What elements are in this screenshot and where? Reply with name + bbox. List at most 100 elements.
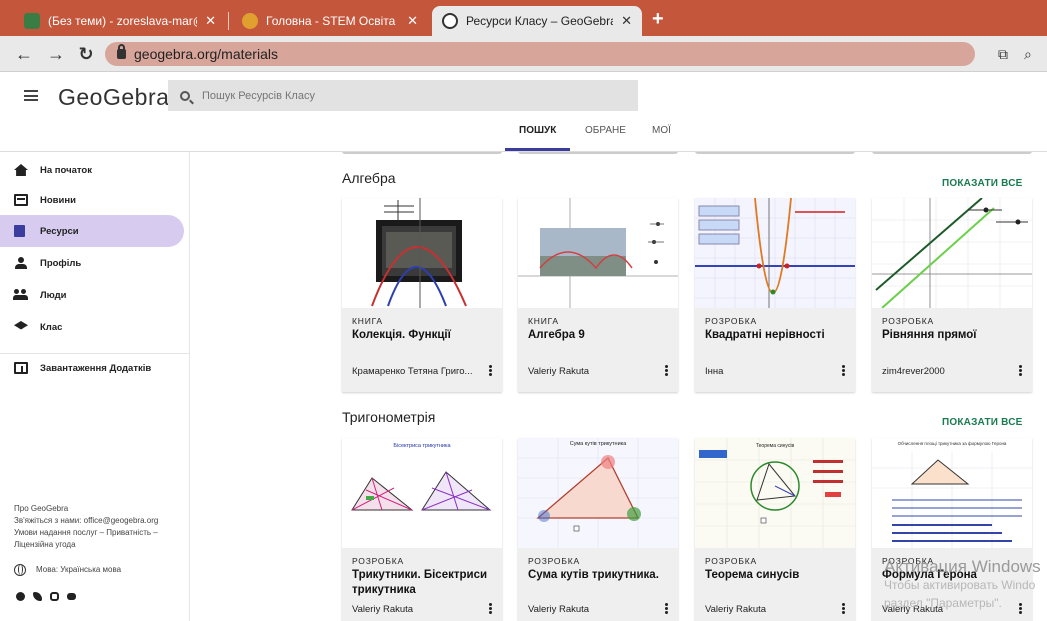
close-tab-icon[interactable]: ✕: [205, 13, 216, 29]
resource-card[interactable]: РОЗРОБКА Рівняння прямої zim4rever2000: [872, 198, 1032, 392]
people-icon: [13, 289, 28, 301]
back-icon[interactable]: ←: [14, 44, 34, 65]
law-of-sines-thumbnail: Теорема синусів: [695, 438, 855, 548]
youtube-icon[interactable]: [67, 593, 76, 600]
search-input[interactable]: [202, 89, 602, 102]
news-icon: [14, 194, 28, 206]
card-title[interactable]: Колекція. Функції: [352, 328, 497, 343]
card-thumbnail: [695, 198, 855, 308]
language-selector[interactable]: Мова: Українська мова: [36, 565, 206, 575]
card-title[interactable]: Рівняння прямої: [882, 328, 1027, 343]
forward-icon[interactable]: →: [46, 44, 66, 65]
card-author[interactable]: Valeriy Rakuta: [352, 604, 477, 615]
card-author[interactable]: Valeriy Rakuta: [528, 366, 653, 377]
card-thumbnail: Теорема синусів: [695, 438, 855, 548]
section-title-algebra: Алгебра: [342, 170, 396, 186]
instagram-icon[interactable]: [50, 592, 59, 601]
browser-tab-stem[interactable]: Головна - STEM Освіта ✕: [232, 6, 428, 36]
more-options-icon[interactable]: [665, 603, 668, 606]
card-title[interactable]: Квадратні нерівності: [705, 328, 850, 343]
zoom-icon[interactable]: ⌕: [1024, 46, 1032, 63]
contact-link[interactable]: Зв'яжіться з нами: office@geogebra.org: [14, 516, 184, 526]
sidebar-item-label: На початок: [40, 164, 92, 176]
watermark-line: раздел "Параметры".: [884, 596, 1002, 610]
card-author[interactable]: zim4rever2000: [882, 366, 1007, 377]
card-title[interactable]: Сума кутів трикутника.: [528, 568, 673, 583]
reload-icon[interactable]: ↻: [76, 44, 96, 65]
tab-title: Головна - STEM Освіта: [266, 14, 396, 28]
close-tab-icon[interactable]: ✕: [621, 13, 632, 29]
sidebar-item-profile[interactable]: Профіль: [0, 247, 184, 279]
section-title-trigonometry: Тригонометрія: [342, 409, 436, 425]
address-bar: ← → ↻ geogebra.org/materials ⧉ ⌕: [0, 36, 1047, 72]
resource-card[interactable]: РОЗРОБКА Квадратні нерівності Інна: [695, 198, 855, 392]
tab-mine[interactable]: МОЇ: [652, 125, 671, 151]
show-all-trigonometry-button[interactable]: ПОКАЗАТИ ВСЕ: [942, 417, 1023, 428]
bisectors-thumbnail: Бісектриса трикутника: [342, 438, 502, 548]
thumb-caption: Бісектриса трикутника: [393, 443, 451, 449]
menu-icon[interactable]: [24, 90, 38, 101]
sidebar-item-people[interactable]: Люди: [0, 279, 184, 311]
close-tab-icon[interactable]: ✕: [407, 13, 418, 29]
watermark-line: Чтобы активировать Windo: [884, 578, 1036, 592]
more-options-icon[interactable]: [489, 365, 492, 368]
windows-activation-watermark: Активация Windows Чтобы активировать Win…: [884, 558, 1041, 612]
card-peek: [695, 152, 855, 154]
download-apps-link[interactable]: Завантаження Додатків: [0, 352, 184, 384]
sidebar-item-resources[interactable]: Ресурси: [0, 215, 184, 247]
more-options-icon[interactable]: [665, 365, 668, 368]
url-text: geogebra.org/materials: [134, 46, 278, 62]
sidebar-item-news[interactable]: Новини: [0, 184, 184, 216]
card-type: РОЗРОБКА: [705, 316, 757, 326]
card-title[interactable]: Трикутники. Бісектриси трикутника: [352, 568, 497, 598]
tab-search[interactable]: ПОШУК: [505, 125, 571, 151]
translate-icon[interactable]: ⧉: [998, 46, 1008, 63]
heron-formula-thumbnail: Обчислення площі трикутника за формулою …: [872, 438, 1032, 548]
thumb-caption: Теорема синусів: [756, 443, 795, 449]
sidebar-item-class[interactable]: Клас: [0, 311, 184, 343]
card-author[interactable]: Інна: [705, 366, 830, 377]
algebra9-thumbnail: [518, 198, 678, 308]
show-all-algebra-button[interactable]: ПОКАЗАТИ ВСЕ: [942, 178, 1023, 189]
card-title[interactable]: Теорема синусів: [705, 568, 850, 583]
download-label: Завантаження Додатків: [40, 362, 152, 374]
twitter-icon[interactable]: [33, 592, 42, 601]
browser-tab-mail[interactable]: (Без теми) - zoreslava-mar@ukr ✕: [14, 6, 226, 36]
facebook-icon[interactable]: [16, 592, 25, 601]
tab-title: (Без теми) - zoreslava-mar@ukr: [48, 14, 197, 28]
terms-link[interactable]: Умови надання послуг – Приватність –: [14, 528, 184, 538]
license-link[interactable]: Ліцензійна угода: [14, 540, 184, 550]
card-author[interactable]: Valeriy Rakuta: [528, 604, 653, 615]
new-tab-icon[interactable]: +: [652, 8, 664, 31]
resource-card[interactable]: Бісектриса трикутника РОЗРОБКА Трикутник…: [342, 438, 502, 621]
resource-card[interactable]: КНИГА Колекція. Функції Крамаренко Тетян…: [342, 198, 502, 392]
sidebar-item-label: Клас: [40, 321, 63, 333]
more-options-icon[interactable]: [489, 603, 492, 606]
geogebra-header: GeoGebra ПОШУК ОБРАНЕ МОЇ: [0, 72, 1047, 152]
card-thumbnail: Сума кутів трикутника: [518, 438, 678, 548]
about-link[interactable]: Про GeoGebra: [14, 504, 184, 514]
card-thumbnail: [518, 198, 678, 308]
tab-separator: [228, 12, 229, 30]
more-options-icon[interactable]: [842, 603, 845, 606]
globe-icon: [14, 564, 26, 576]
url-field[interactable]: geogebra.org/materials: [105, 42, 975, 66]
geogebra-logo[interactable]: GeoGebra: [58, 84, 169, 111]
card-title[interactable]: Алгебра 9: [528, 328, 673, 343]
search-icon: [180, 90, 190, 101]
resource-card[interactable]: Теорема синусів РОЗРОБКА Теорема синусів…: [695, 438, 855, 621]
sidebar: На початок Новини Ресурси Профіль Люди К…: [0, 152, 190, 621]
search-box[interactable]: [168, 80, 638, 111]
browser-tab-geogebra[interactable]: Ресурси Класу – GeoGebra ✕: [432, 6, 642, 36]
more-options-icon[interactable]: [842, 365, 845, 368]
tab-favorites[interactable]: ОБРАНЕ: [585, 125, 626, 151]
resource-card[interactable]: Сума кутів трикутника РОЗРОБКА Сума куті…: [518, 438, 678, 621]
card-author[interactable]: Крамаренко Тетяна Григо...: [352, 366, 477, 377]
tab-title: Ресурси Класу – GeoGebra: [466, 14, 614, 28]
resource-card[interactable]: КНИГА Алгебра 9 Valeriy Rakuta: [518, 198, 678, 392]
sidebar-item-label: Новини: [40, 194, 76, 206]
more-options-icon[interactable]: [1019, 365, 1022, 368]
card-author[interactable]: Valeriy Rakuta: [705, 604, 830, 615]
class-icon: [14, 321, 28, 330]
sidebar-item-home[interactable]: На початок: [0, 154, 184, 186]
